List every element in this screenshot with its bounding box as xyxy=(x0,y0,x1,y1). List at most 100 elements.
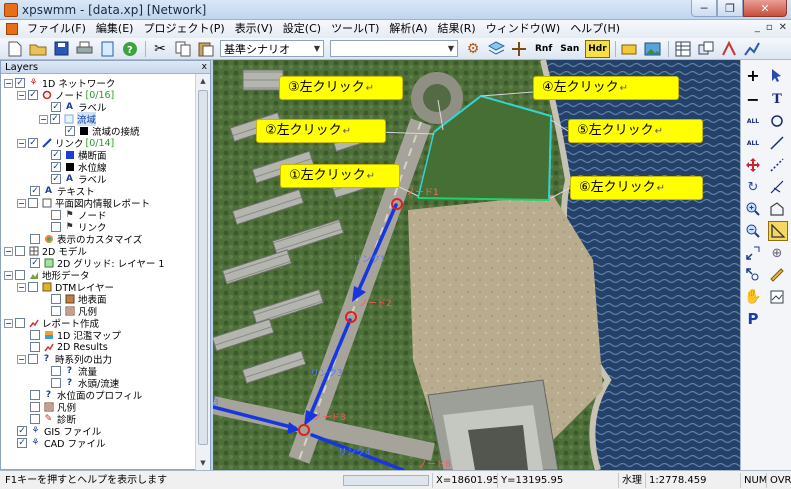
layer-checkbox[interactable]: ✓ xyxy=(28,138,38,148)
zoom-out-icon[interactable] xyxy=(744,222,762,240)
menu-file[interactable]: ファイル(F) xyxy=(22,20,91,38)
restore-button[interactable]: ❐ xyxy=(717,0,743,17)
profile-view-icon[interactable] xyxy=(768,288,786,306)
layer-checkbox[interactable]: ✓ xyxy=(17,438,27,448)
layer-cad-files[interactable]: ✓ ⚘ CAD ファイル xyxy=(17,437,105,450)
cut-icon[interactable]: ✂ xyxy=(151,40,169,58)
polyline-tool-icon[interactable] xyxy=(768,178,786,196)
collapse-toggle[interactable]: − xyxy=(4,246,13,256)
scenario-select[interactable]: 基準シナリオ ▼ xyxy=(220,40,324,57)
layer-checkbox[interactable] xyxy=(51,222,61,232)
layer-checkbox[interactable]: ✓ xyxy=(30,186,40,196)
layers-scrollbar[interactable]: ▲ ▼ xyxy=(195,74,210,470)
layer-checkbox[interactable] xyxy=(28,282,38,292)
collapse-toggle[interactable]: − xyxy=(4,318,13,328)
menu-window[interactable]: ウィンドウ(W) xyxy=(481,20,565,38)
mdi-restore-button[interactable]: ▫ xyxy=(766,22,773,33)
minimize-button[interactable]: ─ xyxy=(691,0,717,17)
select-all-nodes-icon[interactable]: ALL xyxy=(744,134,762,152)
layer-checkbox[interactable] xyxy=(15,318,25,328)
layer-checkbox[interactable] xyxy=(51,210,61,220)
layer-checkbox[interactable] xyxy=(30,390,40,400)
catchment-tool-icon[interactable] xyxy=(768,221,788,241)
help-icon[interactable]: ? xyxy=(121,40,139,58)
layer-checkbox[interactable] xyxy=(28,198,38,208)
mdi-close-button[interactable]: ✕ xyxy=(779,22,787,33)
layer-checkbox[interactable] xyxy=(15,246,25,256)
collapse-toggle[interactable]: − xyxy=(17,90,26,100)
network-map-view[interactable]: ノード1 ノード2 ノード3 ノード8 リンク1 リンク3 リンク4 3 ①左ク… xyxy=(213,60,740,470)
layer-checkbox[interactable] xyxy=(30,342,40,352)
layer-checkbox[interactable] xyxy=(30,330,40,340)
scrollbar-thumb[interactable] xyxy=(198,90,208,445)
layer-checkbox[interactable]: ✓ xyxy=(17,426,27,436)
layer-1d-flood-map[interactable]: 1D 氾濫マップ xyxy=(30,329,121,342)
gears-icon[interactable]: ⚙ xyxy=(464,40,482,58)
collapse-toggle[interactable]: − xyxy=(17,138,26,148)
zoom-extents-icon[interactable] xyxy=(744,266,762,284)
save-icon[interactable] xyxy=(52,40,70,58)
profile-icon[interactable] xyxy=(720,40,738,58)
layer-checkbox[interactable] xyxy=(51,366,61,376)
dashed-line-icon[interactable] xyxy=(768,156,786,174)
add-node-icon[interactable]: + xyxy=(744,66,762,85)
layer-checkbox[interactable] xyxy=(51,294,61,304)
layer-checkbox[interactable] xyxy=(30,234,40,244)
circle-tool-icon[interactable] xyxy=(768,112,786,130)
collapse-toggle[interactable]: − xyxy=(17,198,26,208)
open-folder-icon[interactable] xyxy=(29,40,47,58)
pan-hand-icon[interactable]: ✋ xyxy=(744,288,762,306)
menu-view[interactable]: 表示(V) xyxy=(230,20,278,38)
layer-checkbox[interactable] xyxy=(30,414,40,424)
menu-help[interactable]: ヘルプ(H) xyxy=(565,20,625,38)
layer-checkbox[interactable]: ✓ xyxy=(15,78,25,88)
windows-icon[interactable] xyxy=(697,40,715,58)
zoom-in-icon[interactable] xyxy=(744,200,762,218)
layer-water-profile[interactable]: ? 水位面のプロフィル xyxy=(30,389,142,402)
paste-icon[interactable] xyxy=(197,40,215,58)
layer-checkbox[interactable] xyxy=(51,378,61,388)
new-file-icon[interactable] xyxy=(6,40,24,58)
close-button[interactable]: ✕ xyxy=(743,0,787,17)
collapse-toggle[interactable]: − xyxy=(4,78,13,88)
mdi-minimize-button[interactable]: _ xyxy=(755,22,760,33)
layers-panel-close-button[interactable]: x xyxy=(202,61,207,74)
layer-checkbox[interactable] xyxy=(15,270,25,280)
layer-checkbox[interactable] xyxy=(28,354,38,364)
pan-center-icon[interactable]: ⊕ xyxy=(768,244,786,262)
text-tool-icon[interactable]: T xyxy=(768,90,786,108)
layer-checkbox[interactable]: ✓ xyxy=(28,90,38,100)
crosshair-icon[interactable] xyxy=(510,40,528,58)
san-button[interactable]: San xyxy=(558,40,581,58)
refresh-icon[interactable]: ↻ xyxy=(744,178,762,196)
collapse-toggle[interactable]: − xyxy=(17,282,26,292)
layer-checkbox[interactable]: ✓ xyxy=(50,114,60,124)
layer-checkbox[interactable] xyxy=(51,306,61,316)
layer-checkbox[interactable]: ✓ xyxy=(65,126,75,136)
ruler-icon[interactable] xyxy=(768,266,786,284)
properties-tool-icon[interactable]: P xyxy=(744,310,762,328)
report-icon[interactable] xyxy=(98,40,116,58)
layer-checkbox[interactable] xyxy=(30,402,40,412)
hdr-button[interactable]: Hdr xyxy=(585,39,610,58)
move-icon[interactable] xyxy=(744,156,762,174)
polygon-tool-icon[interactable] xyxy=(768,200,786,218)
layer-catchments[interactable]: − ✓ 流域 xyxy=(39,112,97,126)
collapse-toggle[interactable]: − xyxy=(17,354,26,364)
scroll-down-arrow-icon[interactable]: ▼ xyxy=(196,456,210,470)
image-icon[interactable] xyxy=(644,40,662,58)
document-icon[interactable] xyxy=(6,23,18,35)
menu-analysis[interactable]: 解析(A) xyxy=(384,20,432,38)
graph-icon[interactable] xyxy=(743,40,761,58)
rnf-button[interactable]: Rnf xyxy=(533,40,554,58)
layer-checkbox[interactable]: ✓ xyxy=(30,258,40,268)
layer-checkbox[interactable]: ✓ xyxy=(51,150,61,160)
scroll-up-arrow-icon[interactable]: ▲ xyxy=(196,74,210,88)
layer-checkbox[interactable]: ✓ xyxy=(51,162,61,172)
collapse-toggle[interactable]: − xyxy=(4,270,13,280)
edit-pencil-icon[interactable] xyxy=(621,40,639,58)
collapse-toggle[interactable]: − xyxy=(39,114,48,124)
layers-icon[interactable] xyxy=(487,40,505,58)
layer-checkbox[interactable]: ✓ xyxy=(51,102,61,112)
zoom-window-icon[interactable] xyxy=(744,244,762,262)
